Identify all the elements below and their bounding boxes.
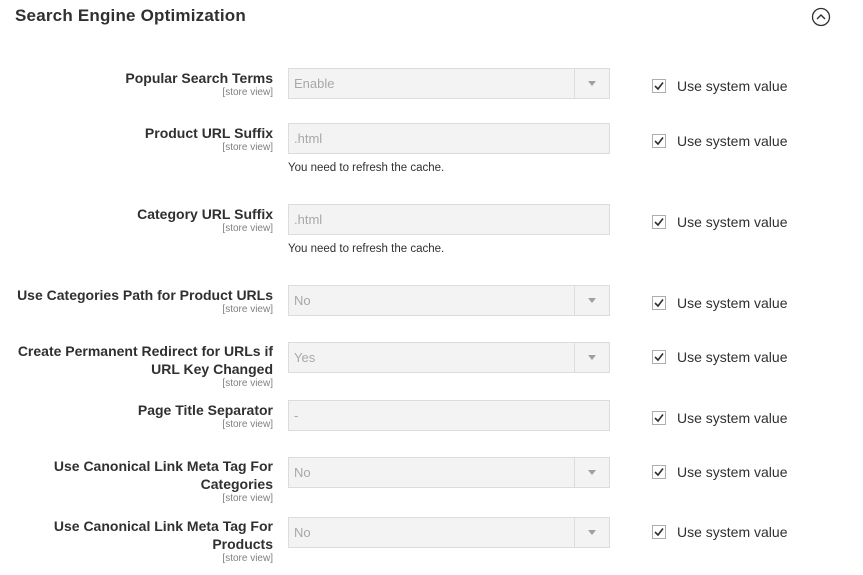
chevron-down-icon xyxy=(588,470,596,475)
scope-label: [store view] xyxy=(222,142,273,153)
scope-label: [store view] xyxy=(222,378,273,389)
section-header[interactable]: Search Engine Optimization xyxy=(0,0,863,36)
use-system-value-label: Use system value xyxy=(677,349,788,365)
popular-search-terms-select[interactable]: Enable xyxy=(288,68,610,99)
cache-note: You need to refresh the cache. xyxy=(288,243,445,255)
select-value: Enable xyxy=(294,76,335,91)
label-permanent-redirect-line2: URL Key Changed xyxy=(151,361,273,377)
select-arrow-box xyxy=(574,69,609,98)
scope-label: [store view] xyxy=(222,493,273,504)
use-system-value-label: Use system value xyxy=(677,133,788,149)
input-value: .html xyxy=(294,131,323,146)
select-arrow-box xyxy=(574,286,609,315)
product-url-suffix-input[interactable]: .html xyxy=(288,123,610,154)
chevron-down-icon xyxy=(588,355,596,360)
field-label: Use Canonical Link Meta Tag For Products… xyxy=(0,517,273,565)
use-system-value-label: Use system value xyxy=(677,464,788,480)
select-value: No xyxy=(294,465,311,480)
category-url-suffix-input[interactable]: .html xyxy=(288,204,610,235)
label-product-url-suffix: Product URL Suffix xyxy=(144,125,273,141)
checkmark-icon xyxy=(654,414,664,423)
collapse-up-icon[interactable] xyxy=(811,7,831,27)
permanent-redirect-select[interactable]: Yes xyxy=(288,342,610,373)
label-canonical-products-line2: Products xyxy=(212,536,273,552)
field-label: Category URL Suffix [store view] xyxy=(0,205,273,235)
chevron-down-icon xyxy=(588,81,596,86)
use-system-value-label: Use system value xyxy=(677,78,788,94)
select-value: Yes xyxy=(294,350,316,365)
scope-label: [store view] xyxy=(222,223,273,234)
scope-label: [store view] xyxy=(222,553,273,564)
field-label: Page Title Separator [store view] xyxy=(0,401,273,431)
canonical-products-select[interactable]: No xyxy=(288,517,610,548)
label-popular-search-terms: Popular Search Terms xyxy=(125,70,273,86)
label-page-title-separator: Page Title Separator xyxy=(137,402,273,418)
section-title: Search Engine Optimization xyxy=(15,6,246,25)
select-arrow-box xyxy=(574,518,609,547)
chevron-down-icon xyxy=(588,530,596,535)
cache-note: You need to refresh the cache. xyxy=(288,162,445,174)
scope-label: [store view] xyxy=(222,304,273,315)
checkmark-icon xyxy=(654,82,664,91)
scope-label: [store view] xyxy=(222,87,273,98)
scope-label: [store view] xyxy=(222,419,273,430)
label-canonical-categories-line1: Use Canonical Link Meta Tag For xyxy=(53,458,273,474)
use-system-value-checkbox[interactable] xyxy=(652,79,666,93)
canonical-categories-select[interactable]: No xyxy=(288,457,610,488)
use-system-value-label: Use system value xyxy=(677,524,788,540)
label-permanent-redirect-line1: Create Permanent Redirect for URLs if xyxy=(17,343,273,359)
use-system-value-label: Use system value xyxy=(677,410,788,426)
use-system-value-checkbox[interactable] xyxy=(652,411,666,425)
checkmark-icon xyxy=(654,353,664,362)
field-label: Product URL Suffix [store view] xyxy=(0,124,273,154)
checkmark-icon xyxy=(654,299,664,308)
use-system-value-label: Use system value xyxy=(677,214,788,230)
page-title-separator-input[interactable]: - xyxy=(288,400,610,431)
use-system-value-checkbox[interactable] xyxy=(652,350,666,364)
use-system-value-checkbox[interactable] xyxy=(652,465,666,479)
field-label: Create Permanent Redirect for URLs if UR… xyxy=(0,342,273,390)
select-value: No xyxy=(294,525,311,540)
field-label: Use Canonical Link Meta Tag For Categori… xyxy=(0,457,273,505)
use-system-value-checkbox[interactable] xyxy=(652,525,666,539)
label-use-categories-path: Use Categories Path for Product URLs xyxy=(17,287,273,303)
use-system-value-checkbox[interactable] xyxy=(652,296,666,310)
label-canonical-categories-line2: Categories xyxy=(200,476,273,492)
input-value: - xyxy=(294,408,299,423)
checkmark-icon xyxy=(654,218,664,227)
label-category-url-suffix: Category URL Suffix xyxy=(137,206,273,222)
select-arrow-box xyxy=(574,458,609,487)
use-system-value-checkbox[interactable] xyxy=(652,215,666,229)
field-label: Use Categories Path for Product URLs [st… xyxy=(0,286,273,316)
use-system-value-label: Use system value xyxy=(677,295,788,311)
checkmark-icon xyxy=(654,137,664,146)
input-value: .html xyxy=(294,212,323,227)
checkmark-icon xyxy=(654,528,664,537)
use-system-value-checkbox[interactable] xyxy=(652,134,666,148)
use-categories-path-select[interactable]: No xyxy=(288,285,610,316)
label-canonical-products-line1: Use Canonical Link Meta Tag For xyxy=(53,518,273,534)
chevron-down-icon xyxy=(588,298,596,303)
select-value: No xyxy=(294,293,311,308)
select-arrow-box xyxy=(574,343,609,372)
checkmark-icon xyxy=(654,468,664,477)
field-label: Popular Search Terms [store view] xyxy=(0,69,273,99)
